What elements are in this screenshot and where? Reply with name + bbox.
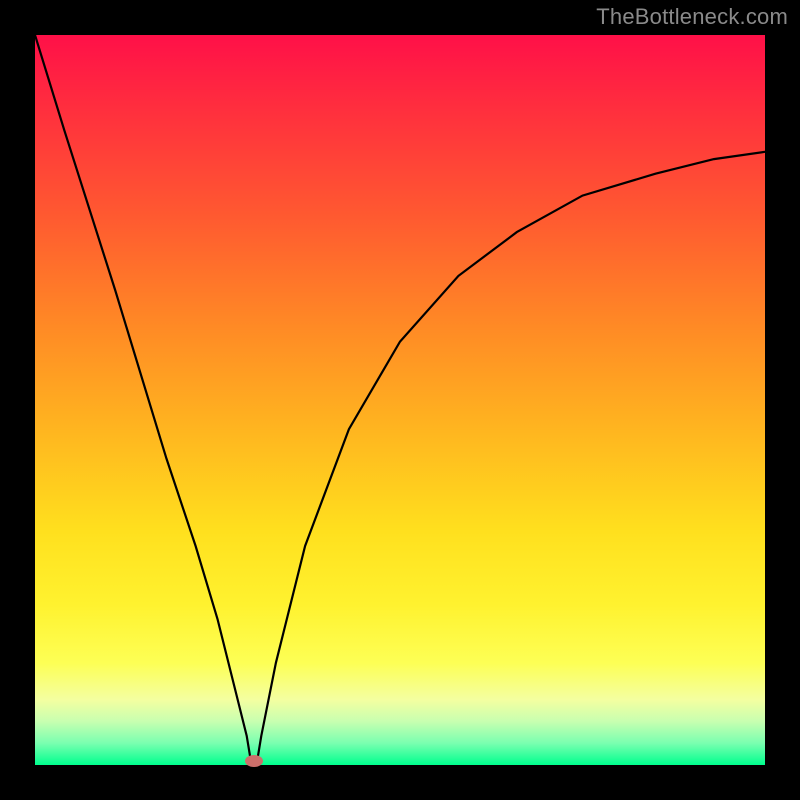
optimum-point-marker — [245, 755, 263, 767]
watermark-text: TheBottleneck.com — [596, 4, 788, 30]
chart-frame: TheBottleneck.com — [0, 0, 800, 800]
chart-curve — [35, 35, 765, 765]
